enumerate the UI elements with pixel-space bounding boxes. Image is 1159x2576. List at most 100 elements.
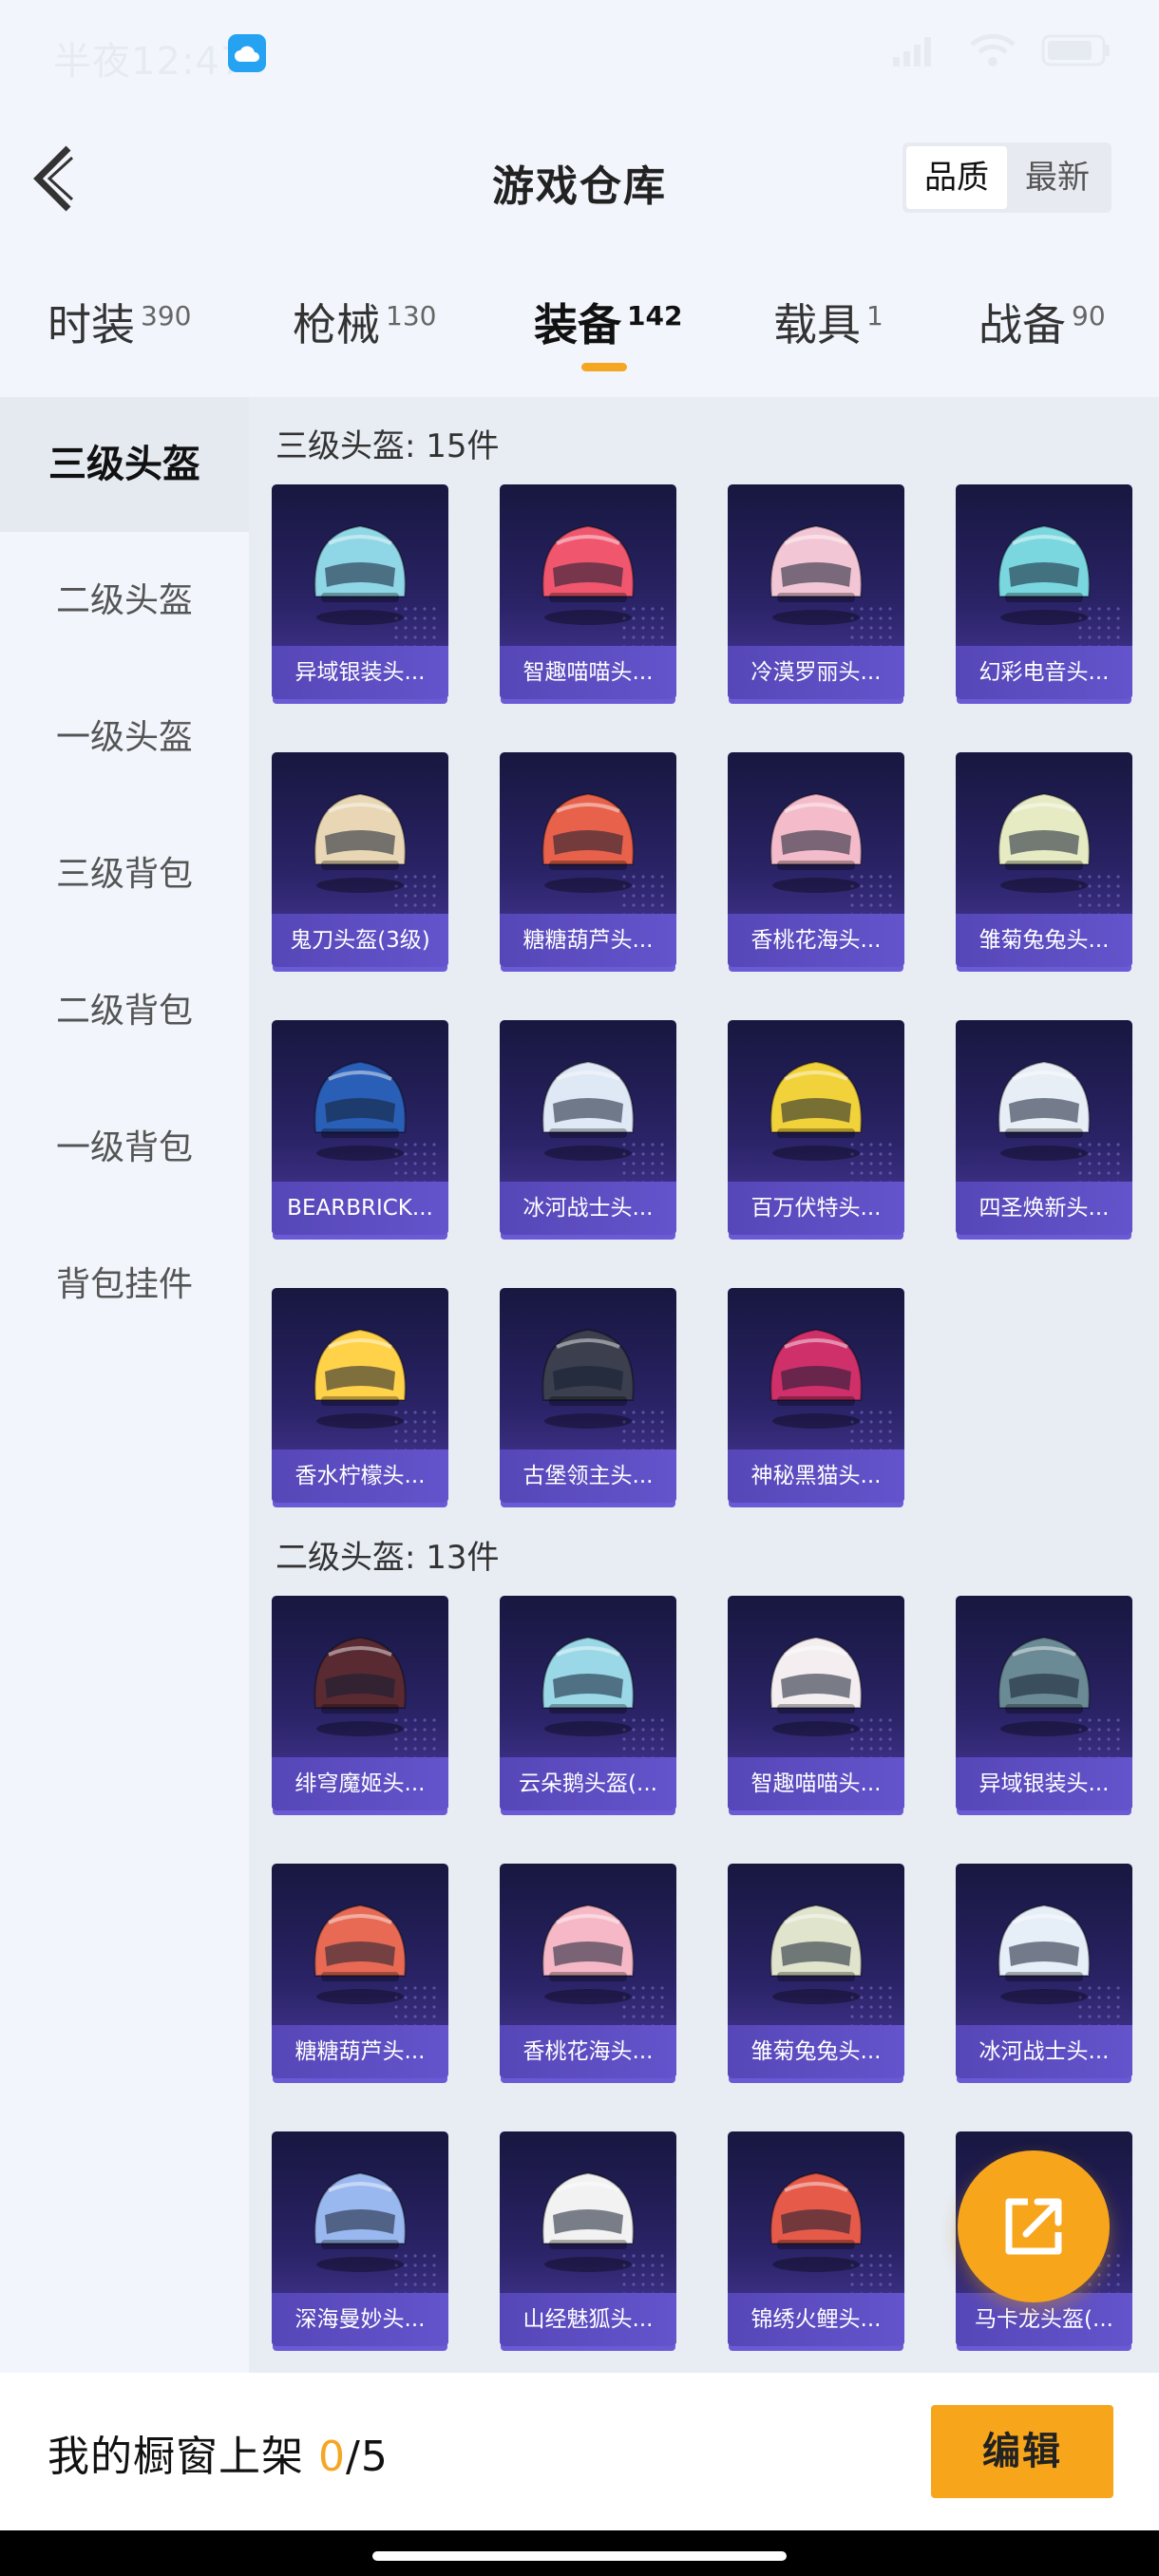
item-name: 云朵鹅头盔(...	[500, 1757, 676, 1810]
helmet-icon	[314, 1328, 407, 1429]
sidebar-item-level3-helmet[interactable]: 三级头盔	[0, 397, 249, 532]
helmet-icon	[314, 792, 407, 893]
item-card[interactable]: 香水柠檬头...	[272, 1288, 448, 1503]
home-indicator[interactable]	[372, 2551, 787, 2561]
item-card[interactable]: 神秘黑猫头...	[728, 1288, 904, 1503]
sidebar-item-level1-helmet[interactable]: 一级头盔	[0, 671, 249, 805]
tab-equipment[interactable]: 装备 142	[534, 291, 682, 353]
item-name: 智趣喵喵头...	[500, 646, 676, 699]
tab-vehicles[interactable]: 载具 1	[773, 291, 884, 353]
sort-quality-button[interactable]: 品质	[906, 146, 1007, 209]
item-card[interactable]: 百万伏特头...	[728, 1020, 904, 1235]
item-card[interactable]: 古堡领主头...	[500, 1288, 676, 1503]
item-card[interactable]: 幻彩电音头...	[956, 484, 1132, 699]
helmet-icon	[542, 2171, 635, 2272]
battery-icon	[1041, 34, 1110, 66]
category-tabs: 时装 390 枪械 130 装备 142 载具 1 战备 90	[0, 275, 1159, 389]
helmet-icon	[770, 1636, 863, 1736]
helmet-icon	[542, 1636, 635, 1736]
item-card[interactable]: 异域银装头...	[956, 1596, 1132, 1810]
helmet-icon	[770, 524, 863, 625]
item-name: 山经魅狐头...	[500, 2293, 676, 2346]
item-card[interactable]: 山经魅狐头...	[500, 2131, 676, 2346]
tab-count: 142	[627, 299, 683, 331]
edit-button[interactable]: 编辑	[931, 2405, 1113, 2498]
helmet-icon	[998, 1904, 1091, 2004]
tab-label: 时装	[48, 299, 135, 350]
item-card[interactable]: 智趣喵喵头...	[500, 484, 676, 699]
status-bar: 半夜12:47	[0, 0, 1159, 104]
item-name: 绯穹魔姬头...	[272, 1757, 448, 1810]
item-card[interactable]: 冰河战士头...	[956, 1864, 1132, 2078]
cloud-icon	[228, 34, 266, 72]
item-card[interactable]: 糖糖葫芦头...	[500, 752, 676, 967]
sidebar-item-level3-backpack[interactable]: 三级背包	[0, 807, 249, 942]
helmet-icon	[314, 1636, 407, 1736]
item-card[interactable]: 鬼刀头盔(3级)	[272, 752, 448, 967]
bottom-bar: 我的橱窗上架 0/5 编辑	[0, 2373, 1159, 2530]
helmet-icon	[998, 524, 1091, 625]
item-name: 香桃花海头...	[500, 2025, 676, 2078]
helmet-icon	[998, 1060, 1091, 1161]
helmet-icon	[770, 1904, 863, 2004]
item-card[interactable]: 雏菊兔兔头...	[956, 752, 1132, 967]
tab-label: 枪械	[293, 299, 380, 350]
sidebar-item-backpack-charm[interactable]: 背包挂件	[0, 1218, 249, 1353]
tab-label: 战备	[978, 299, 1066, 350]
tab-fashion[interactable]: 时装 390	[48, 291, 191, 353]
tab-count: 390	[141, 299, 192, 331]
section-title: 三级头盔: 15件	[276, 427, 500, 465]
item-name: 糖糖葫芦头...	[500, 914, 676, 967]
item-name: 四圣焕新头...	[956, 1182, 1132, 1235]
tab-count: 1	[866, 299, 884, 331]
helmet-icon	[542, 792, 635, 893]
item-grid: 三级头盔: 15件 二级头盔: 13件 异域银装头... 智趣喵喵头... 冷漠罗丽…	[249, 397, 1159, 2373]
item-name: 糖糖葫芦头...	[272, 2025, 448, 2078]
item-card[interactable]: 深海曼妙头...	[272, 2131, 448, 2346]
tab-gear[interactable]: 战备 90	[978, 291, 1106, 353]
helmet-icon	[542, 524, 635, 625]
sidebar-item-level2-helmet[interactable]: 二级头盔	[0, 534, 249, 669]
sidebar: 三级头盔 二级头盔 一级头盔 三级背包 二级背包 一级背包 背包挂件	[0, 397, 249, 2373]
item-name: 锦绣火鲤头...	[728, 2293, 904, 2346]
item-name: 冷漠罗丽头...	[728, 646, 904, 699]
showcase-status: 我的橱窗上架 0/5	[48, 2422, 389, 2483]
item-card[interactable]: 四圣焕新头...	[956, 1020, 1132, 1235]
tab-label: 载具	[773, 299, 861, 350]
item-name: 鬼刀头盔(3级)	[272, 914, 448, 967]
item-name: 异域银装头...	[956, 1757, 1132, 1810]
helmet-icon	[314, 1904, 407, 2004]
item-card[interactable]: 云朵鹅头盔(...	[500, 1596, 676, 1810]
item-card[interactable]: 锦绣火鲤头...	[728, 2131, 904, 2346]
item-name: 香桃花海头...	[728, 914, 904, 967]
tab-count: 130	[386, 299, 437, 331]
item-card[interactable]: 雏菊兔兔头...	[728, 1864, 904, 2078]
sidebar-item-level1-backpack[interactable]: 一级背包	[0, 1081, 249, 1216]
item-name: 百万伏特头...	[728, 1182, 904, 1235]
item-name: 冰河战士头...	[500, 1182, 676, 1235]
item-name: 雏菊兔兔头...	[728, 2025, 904, 2078]
item-card[interactable]: 香桃花海头...	[728, 752, 904, 967]
item-card[interactable]: 香桃花海头...	[500, 1864, 676, 2078]
item-card[interactable]: 绯穹魔姬头...	[272, 1596, 448, 1810]
tab-guns[interactable]: 枪械 130	[293, 291, 436, 353]
system-nav-bar	[0, 2530, 1159, 2576]
item-name: 异域银装头...	[272, 646, 448, 699]
item-name: BEARBRICK...	[272, 1182, 448, 1235]
item-card[interactable]: 冰河战士头...	[500, 1020, 676, 1235]
item-card[interactable]: 糖糖葫芦头...	[272, 1864, 448, 2078]
item-card[interactable]: 冷漠罗丽头...	[728, 484, 904, 699]
item-card[interactable]: 异域银装头...	[272, 484, 448, 699]
item-name: 幻彩电音头...	[956, 646, 1132, 699]
item-card[interactable]: BEARBRICK...	[272, 1020, 448, 1235]
helmet-icon	[770, 1328, 863, 1429]
sort-newest-button[interactable]: 最新	[1007, 146, 1108, 209]
sidebar-item-level2-backpack[interactable]: 二级背包	[0, 944, 249, 1079]
item-card[interactable]: 智趣喵喵头...	[728, 1596, 904, 1810]
helmet-icon	[998, 1636, 1091, 1736]
header: 游戏仓库 品质 最新	[0, 104, 1159, 256]
item-name: 冰河战士头...	[956, 2025, 1132, 2078]
share-button[interactable]	[958, 2150, 1110, 2302]
helmet-icon	[542, 1904, 635, 2004]
tab-label: 装备	[534, 299, 621, 350]
